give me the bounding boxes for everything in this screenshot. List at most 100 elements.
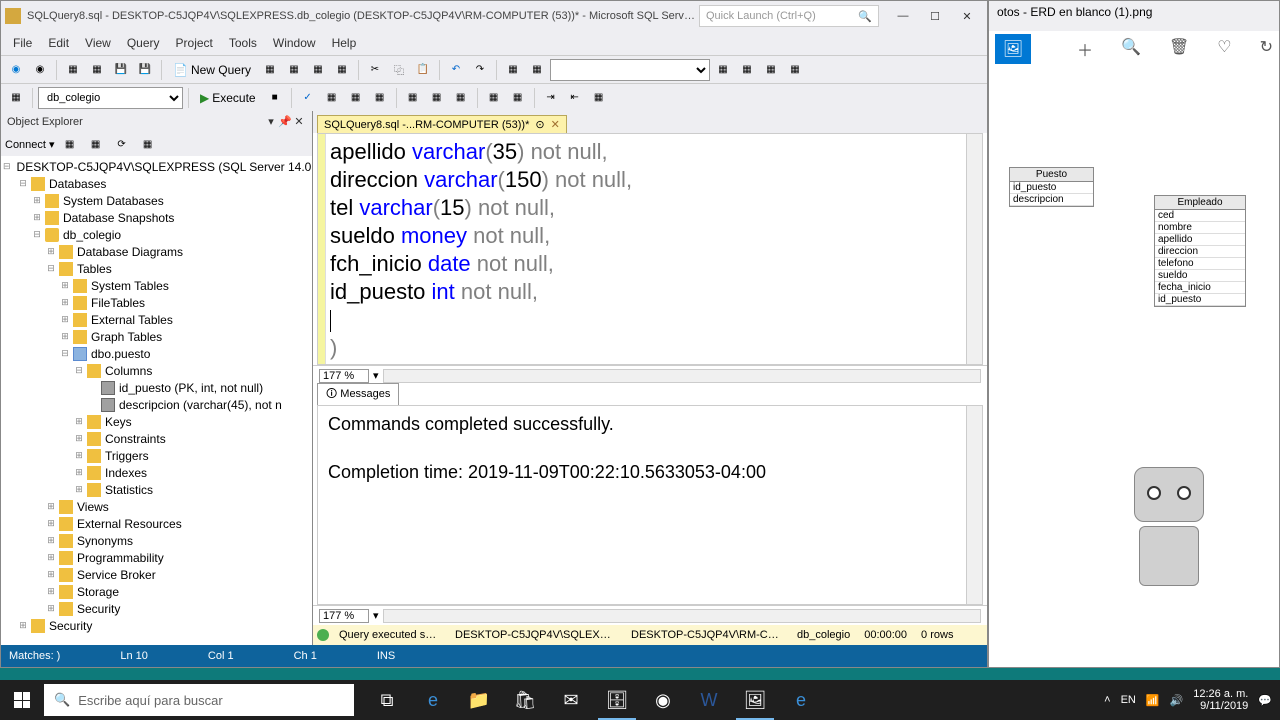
filter-icon[interactable]: ▦ [59, 133, 81, 155]
tree-triggers[interactable]: ⊞Triggers [3, 447, 310, 464]
menu-window[interactable]: Window [265, 34, 324, 52]
tree-server[interactable]: ⊟DESKTOP-C5JQP4V\SQLEXPRESS (SQL Server … [3, 158, 310, 175]
photo-thumb-tab[interactable]: 🖼 [995, 34, 1031, 64]
tool-button[interactable]: ▦ [784, 59, 806, 81]
save-button[interactable]: 💾 [110, 59, 132, 81]
tool-button[interactable]: ▦ [283, 59, 305, 81]
document-tab[interactable]: SQLQuery8.sql -...RM-COMPUTER (53))* ⊙ ✕ [317, 115, 567, 133]
tree-graphtables[interactable]: ⊞Graph Tables [3, 328, 310, 345]
tree-systables[interactable]: ⊞System Tables [3, 277, 310, 294]
photos-canvas[interactable]: Puesto id_puesto descripcion Empleado ce… [989, 67, 1279, 667]
chrome-icon[interactable]: ◉ [640, 680, 686, 720]
tree-service-broker[interactable]: ⊞Service Broker [3, 566, 310, 583]
tree-tables[interactable]: ⊟Tables [3, 260, 310, 277]
tool-button[interactable]: ▦ [507, 87, 529, 109]
tray-chevron-icon[interactable]: ˄ [1104, 694, 1110, 706]
tree-exttables[interactable]: ⊞External Tables [3, 311, 310, 328]
menu-project[interactable]: Project [168, 34, 221, 52]
save-all-button[interactable]: 💾 [134, 59, 156, 81]
pin-icon[interactable]: ⊙ [535, 118, 544, 131]
dropdown-icon[interactable]: ▾ [264, 115, 278, 128]
tree-dbo-puesto[interactable]: ⊟dbo.puesto [3, 345, 310, 362]
new-item-button[interactable]: ▦ [62, 59, 84, 81]
indent-button[interactable]: ⇥ [540, 87, 562, 109]
taskbar-search[interactable]: 🔍 Escribe aquí para buscar [44, 684, 354, 716]
menu-view[interactable]: View [77, 34, 119, 52]
tree-view[interactable]: ⊟DESKTOP-C5JQP4V\SQLEXPRESS (SQL Server … [1, 156, 312, 645]
tool-button[interactable]: ▦ [369, 87, 391, 109]
menu-edit[interactable]: Edit [40, 34, 77, 52]
close-tab-icon[interactable]: ✕ [551, 118, 560, 131]
tool-button[interactable]: ▦ [760, 59, 782, 81]
tree-filetables[interactable]: ⊞FileTables [3, 294, 310, 311]
stop-button[interactable]: ■ [264, 87, 286, 109]
tool-button[interactable]: ▦ [402, 87, 424, 109]
horizontal-scrollbar[interactable] [383, 369, 981, 383]
refresh-icon[interactable]: ⟳ [111, 133, 133, 155]
tool-button[interactable]: ▦ [426, 87, 448, 109]
ssms-icon[interactable]: 🗄 [594, 680, 640, 720]
tree-indexes[interactable]: ⊞Indexes [3, 464, 310, 481]
notifications-icon[interactable]: 💬 [1258, 694, 1272, 707]
tool-button[interactable]: ▦ [307, 59, 329, 81]
combo[interactable] [550, 59, 710, 81]
tree-snapshots[interactable]: ⊞Database Snapshots [3, 209, 310, 226]
menu-help[interactable]: Help [324, 34, 365, 52]
maximize-button[interactable]: ☐ [919, 5, 951, 27]
start-button[interactable] [0, 680, 44, 720]
cut-button[interactable]: ✂ [364, 59, 386, 81]
tree-programmability[interactable]: ⊞Programmability [3, 549, 310, 566]
back-button[interactable]: ◉ [5, 59, 27, 81]
code-editor[interactable]: apellido varchar(35) not null, direccion… [317, 133, 983, 365]
tree-dbdiagrams[interactable]: ⊞Database Diagrams [3, 243, 310, 260]
tool-button[interactable]: ▦ [450, 87, 472, 109]
taskview-icon[interactable]: ⧉ [364, 680, 410, 720]
pin-icon[interactable]: 📌 [278, 115, 292, 128]
tree-columns[interactable]: ⊟Columns [3, 362, 310, 379]
redo-button[interactable]: ↷ [469, 59, 491, 81]
tool-button[interactable]: ▦ [321, 87, 343, 109]
tree-constraints[interactable]: ⊞Constraints [3, 430, 310, 447]
chevron-down-icon[interactable]: ▾ [373, 609, 379, 622]
minimize-button[interactable]: — [887, 5, 919, 27]
paste-button[interactable]: 📋 [412, 59, 434, 81]
new-query-button[interactable]: 📄 New Query [167, 59, 257, 81]
horizontal-scrollbar[interactable] [383, 609, 981, 623]
tree-security-server[interactable]: ⊞Security [3, 617, 310, 634]
chevron-down-icon[interactable]: ▾ [373, 369, 379, 382]
tool-button[interactable]: ▦ [5, 87, 27, 109]
tree-views[interactable]: ⊞Views [3, 498, 310, 515]
quick-launch-input[interactable]: Quick Launch (Ctrl+Q) 🔍 [699, 5, 879, 27]
clock[interactable]: 12:26 a. m. 9/11/2019 [1193, 688, 1248, 712]
messages-output[interactable]: Commands completed successfully. Complet… [317, 405, 983, 605]
heart-icon[interactable]: ♡ [1217, 37, 1231, 61]
edge-icon[interactable]: e [410, 680, 456, 720]
explorer-icon[interactable]: 📁 [456, 680, 502, 720]
tool-button[interactable]: ▦ [588, 87, 610, 109]
tree-statistics[interactable]: ⊞Statistics [3, 481, 310, 498]
open-button[interactable]: ▦ [86, 59, 108, 81]
zoom-combo[interactable]: 177 % [319, 369, 369, 383]
tree-col-id-puesto[interactable]: id_puesto (PK, int, not null) [3, 379, 310, 396]
tree-db-colegio[interactable]: ⊟db_colegio [3, 226, 310, 243]
volume-icon[interactable]: 🔊 [1170, 694, 1184, 707]
close-button[interactable]: ✕ [951, 5, 983, 27]
zoom-icon[interactable]: 🔍 [1121, 37, 1141, 61]
database-combo[interactable]: db_colegio [38, 87, 183, 109]
tree-synonyms[interactable]: ⊞Synonyms [3, 532, 310, 549]
forward-button[interactable]: ◉ [29, 59, 51, 81]
zoom-combo[interactable]: 177 % [319, 609, 369, 623]
menu-file[interactable]: File [5, 34, 40, 52]
vertical-scrollbar[interactable] [966, 134, 982, 364]
messages-tab[interactable]: 🛈 Messages [317, 383, 399, 405]
tool-button[interactable]: ▦ [526, 59, 548, 81]
network-icon[interactable]: 📶 [1146, 694, 1160, 707]
filter-icon[interactable]: ▦ [85, 133, 107, 155]
store-icon[interactable]: 🛍 [502, 680, 548, 720]
tree-col-descripcion[interactable]: descripcion (varchar(45), not n [3, 396, 310, 413]
tree-sysdb[interactable]: ⊞System Databases [3, 192, 310, 209]
parse-button[interactable]: ✓ [297, 87, 319, 109]
tree-storage[interactable]: ⊞Storage [3, 583, 310, 600]
tool-icon[interactable]: ▦ [137, 133, 159, 155]
tree-keys[interactable]: ⊞Keys [3, 413, 310, 430]
